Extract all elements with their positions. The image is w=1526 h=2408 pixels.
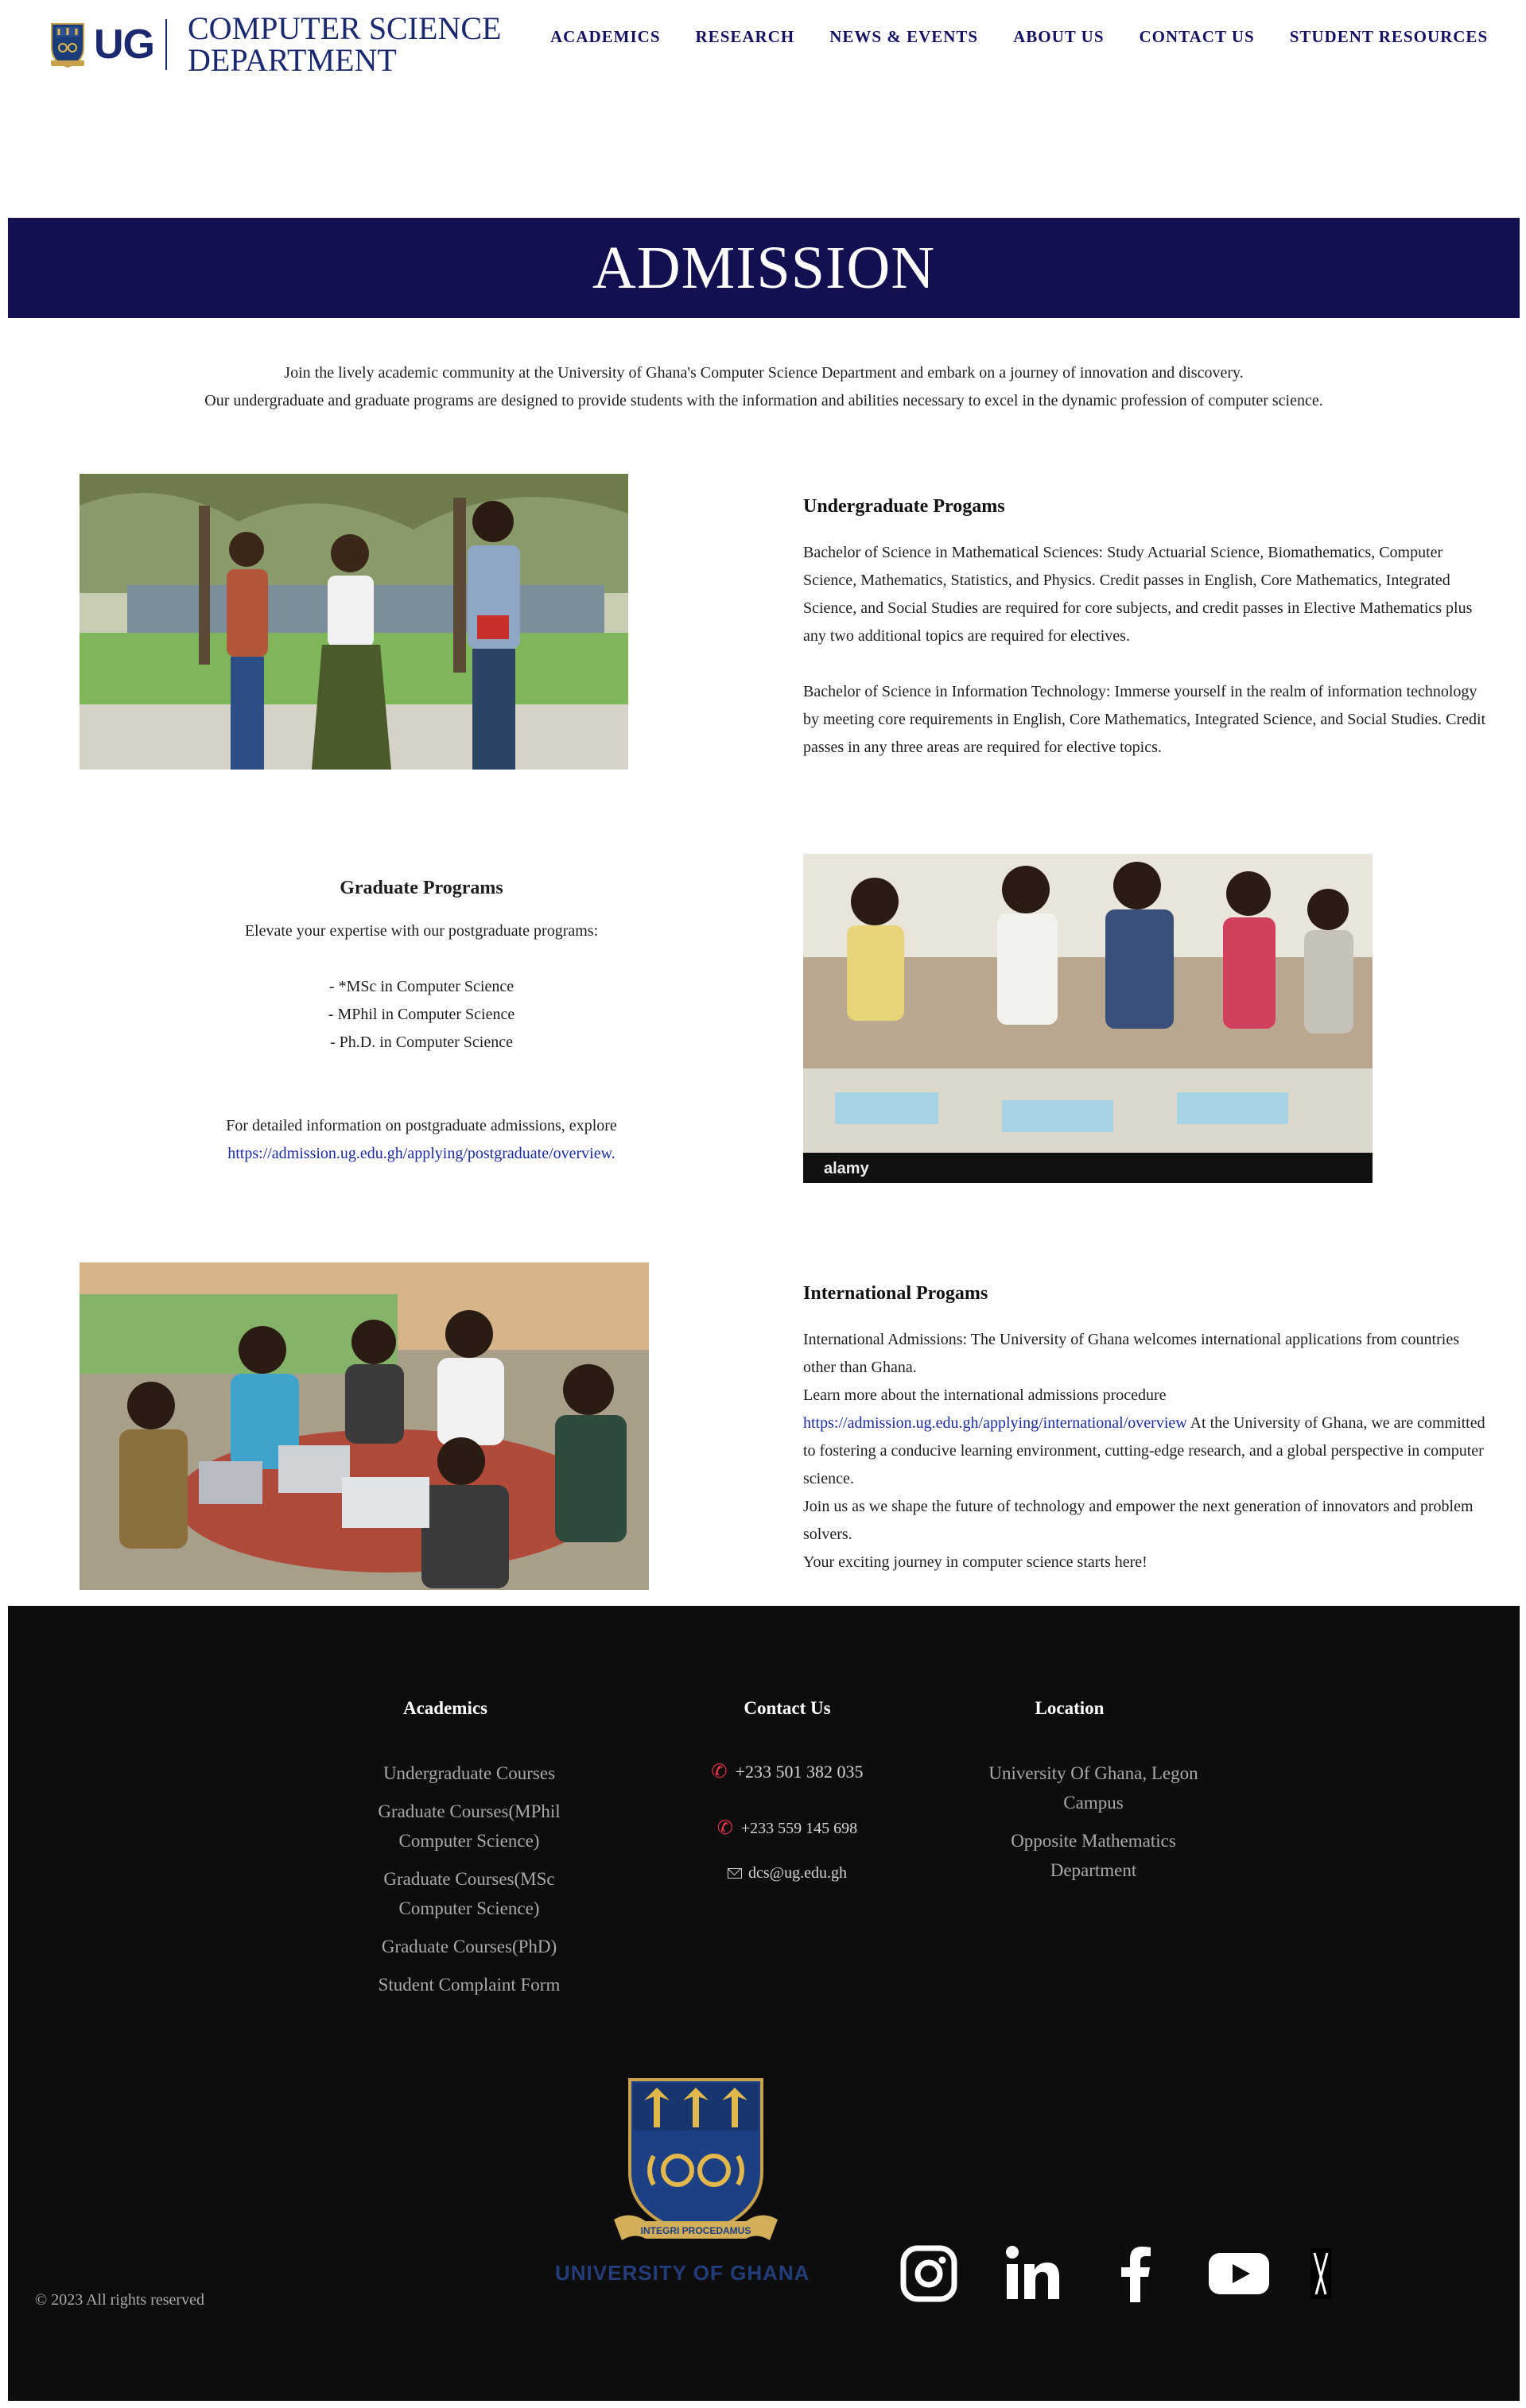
nav-academics[interactable]: ACADEMICS — [550, 27, 661, 47]
graduate-section: Graduate Programs Elevate your expertise… — [143, 874, 700, 1168]
footer-academics: Academics Undergraduate Courses Graduate… — [358, 1698, 581, 2008]
footer-phone-2[interactable]: ✆ +233 559 145 698 — [676, 1817, 899, 1840]
graduate-detail-text: For detailed information on postgraduate… — [226, 1117, 617, 1134]
page-title: ADMISSION — [592, 234, 936, 301]
international-line-2: Learn more about the international admis… — [803, 1386, 1167, 1404]
logo-title-line1: COMPUTER SCIENCE — [188, 10, 502, 46]
copyright-text: © 2023 All rights reserved — [35, 2291, 204, 2309]
crest-motto: INTEGRI PROCEDAMUS — [641, 2225, 751, 2236]
footer-link-phd[interactable]: Graduate Courses(PhD) — [358, 1932, 581, 1961]
logo-mark: UG — [94, 21, 155, 68]
mail-icon — [728, 1867, 743, 1879]
nav-research[interactable]: RESEARCH — [696, 27, 795, 47]
phone-icon: ✆ — [716, 1818, 733, 1839]
logo-title-line2: DEPARTMENT — [188, 42, 397, 78]
graduate-program: - Ph.D. in Computer Science — [330, 1033, 513, 1051]
international-line-4: Join us as we shape the future of techno… — [803, 1498, 1474, 1543]
footer-link-undergraduate[interactable]: Undergraduate Courses — [358, 1758, 581, 1788]
logo-divider — [165, 19, 167, 70]
graduate-program: - *MSc in Computer Science — [328, 978, 514, 995]
intro-line-1: Join the lively academic community at th… — [284, 364, 1244, 382]
university-crest-logo: INTEGRI PROCEDAMUS — [614, 2078, 778, 2240]
university-name: UNIVERSITY OF GHANA — [555, 2261, 810, 2285]
footer-link-complaint[interactable]: Student Complaint Form — [358, 1970, 581, 1999]
footer-contact: Contact Us ✆ +233 501 382 035 ✆ +233 559… — [676, 1698, 899, 1885]
graduate-lead: Elevate your expertise with our postgrad… — [244, 922, 599, 940]
footer-phone-1[interactable]: ✆ +233 501 382 035 — [676, 1760, 899, 1784]
undergraduate-para-2: Bachelor of Science in Information Techn… — [803, 683, 1486, 756]
intro-text: Join the lively academic community at th… — [8, 359, 1520, 415]
postgraduate-admission-link[interactable]: https://admission.ug.edu.gh/applying/pos… — [227, 1145, 615, 1162]
footer-email-text: dcs@ug.edu.gh — [748, 1864, 847, 1882]
ug-crest-icon — [51, 23, 84, 68]
intro-line-2: Our undergraduate and graduate programs … — [204, 392, 1323, 409]
nav-news-events[interactable]: NEWS & EVENTS — [829, 27, 978, 47]
hero-banner: ADMISSION — [8, 218, 1520, 318]
social-links — [897, 2242, 1331, 2305]
international-line-5: Your exciting journey in computer scienc… — [803, 1553, 1147, 1571]
phone-icon: ✆ — [711, 1762, 728, 1782]
graduate-program: - MPhil in Computer Science — [328, 1006, 515, 1023]
site-footer: Academics Undergraduate Courses Graduate… — [8, 1606, 1520, 2401]
site-logo[interactable]: UG COMPUTER SCIENCE DEPARTMENT — [49, 13, 502, 76]
svg-text:alamy: alamy — [824, 1160, 870, 1177]
footer-location-landmark: Opposite Mathematics Department — [1011, 1831, 1176, 1880]
youtube-icon[interactable] — [1207, 2242, 1271, 2305]
students-walking-photo — [80, 474, 628, 770]
footer-phone-1-text: +233 501 382 035 — [735, 1762, 864, 1782]
footer-academics-title: Academics — [402, 1698, 488, 1718]
logo-title: COMPUTER SCIENCE DEPARTMENT — [188, 13, 502, 76]
footer-location-title: Location — [1035, 1698, 1105, 1718]
undergraduate-para-1: Bachelor of Science in Mathematical Scie… — [803, 544, 1473, 645]
instagram-icon[interactable] — [897, 2242, 961, 2305]
footer-email[interactable]: dcs@ug.edu.gh — [676, 1861, 899, 1885]
nav-contact-us[interactable]: CONTACT US — [1140, 27, 1255, 47]
footer-location-campus: University Of Ghana, Legon Campus — [988, 1763, 1198, 1813]
footer-phone-2-text: +233 559 145 698 — [740, 1820, 858, 1837]
international-admission-link[interactable]: https://admission.ug.edu.gh/applying/int… — [803, 1414, 1187, 1432]
students-laptops-photo — [80, 1262, 649, 1590]
site-header: UG COMPUTER SCIENCE DEPARTMENT ACADEMICS… — [0, 0, 1526, 87]
x-icon[interactable] — [1310, 2248, 1331, 2299]
undergraduate-title: Undergraduate Progams — [803, 496, 1005, 517]
footer-location: Location University Of Ghana, Legon Camp… — [978, 1698, 1209, 1894]
footer-link-mphil[interactable]: Graduate Courses(MPhil Computer Science) — [358, 1797, 581, 1855]
students-registering-photo: alamy — [803, 854, 1373, 1183]
footer-contact-title: Contact Us — [744, 1698, 831, 1718]
international-line-1: International Admissions: The University… — [803, 1331, 1459, 1376]
international-title: International Progams — [803, 1283, 988, 1304]
facebook-icon[interactable] — [1104, 2242, 1167, 2305]
footer-link-msc[interactable]: Graduate Courses(MSc Computer Science) — [358, 1864, 581, 1923]
linkedin-icon[interactable] — [1000, 2242, 1064, 2305]
nav-student-resources[interactable]: STUDENT RESOURCES — [1290, 27, 1488, 47]
nav-about-us[interactable]: ABOUT US — [1013, 27, 1104, 47]
graduate-title: Graduate Programs — [340, 878, 503, 898]
international-body: International Admissions: The University… — [803, 1326, 1492, 1576]
main-nav: ACADEMICS RESEARCH NEWS & EVENTS ABOUT U… — [550, 27, 1488, 47]
undergraduate-body: Bachelor of Science in Mathematical Scie… — [803, 539, 1492, 762]
